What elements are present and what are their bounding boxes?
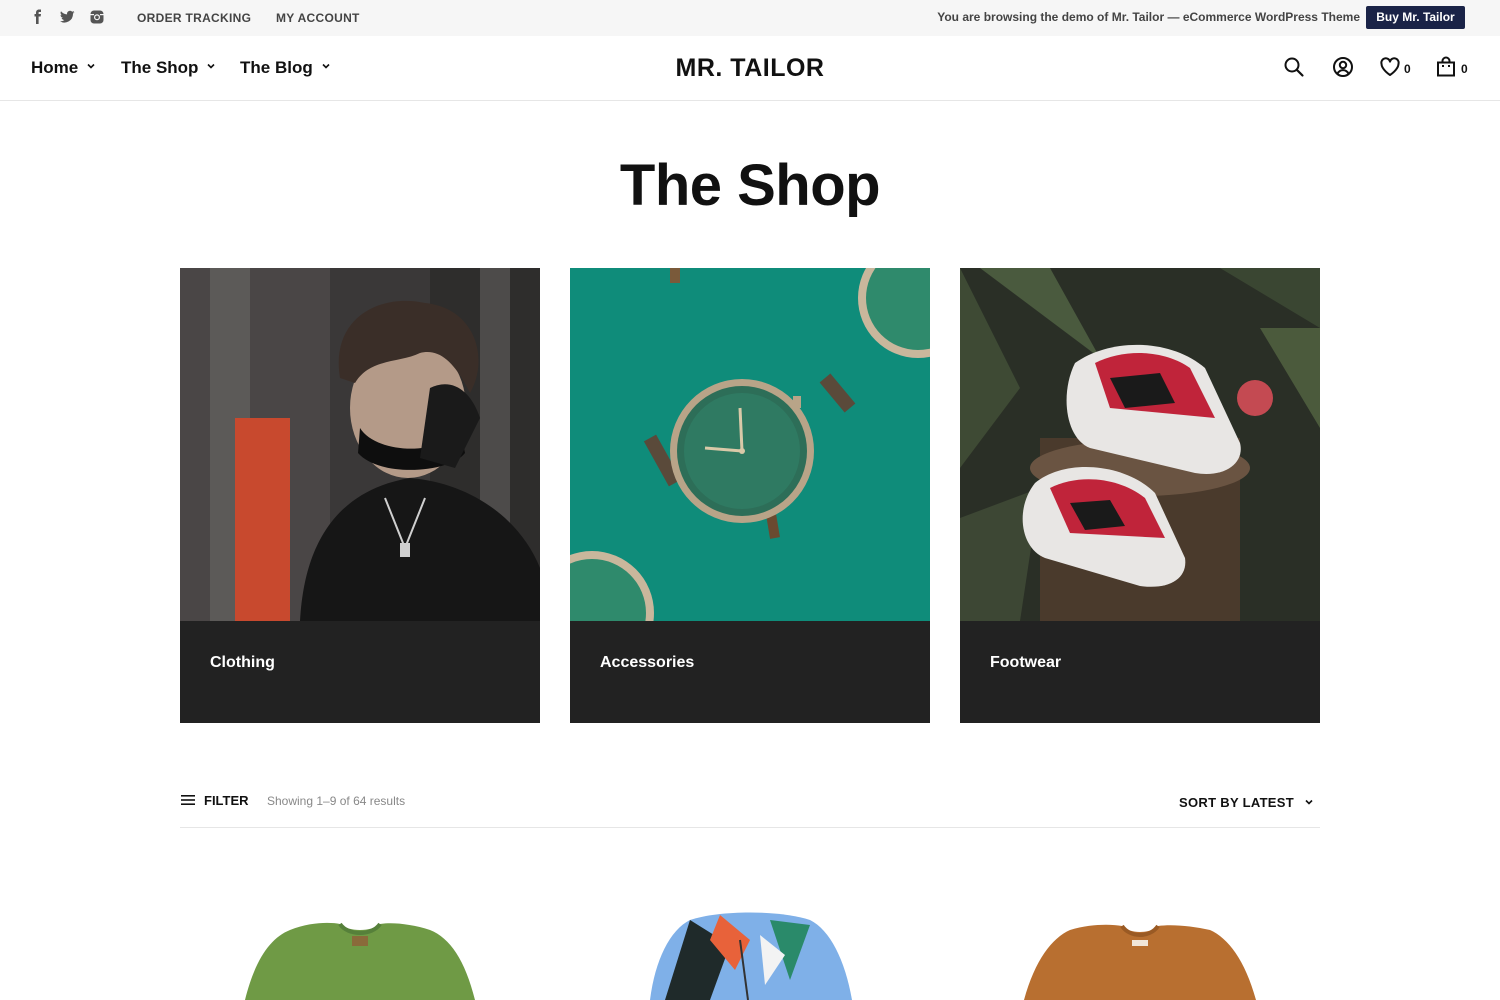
instagram-icon[interactable] bbox=[89, 9, 105, 25]
product-image bbox=[650, 912, 852, 1000]
account-icon[interactable] bbox=[1332, 56, 1356, 80]
cart-count: 0 bbox=[1461, 62, 1468, 76]
category-bar: Accessories bbox=[570, 621, 930, 723]
demo-notice: You are browsing the demo of Mr. Tailor … bbox=[937, 10, 1360, 24]
facebook-icon[interactable] bbox=[30, 9, 46, 25]
category-label: Accessories bbox=[600, 654, 695, 671]
sort-dropdown[interactable]: SORT BY LATEST bbox=[1179, 795, 1294, 810]
product-image bbox=[245, 922, 475, 1000]
product-card[interactable] bbox=[570, 900, 930, 1000]
product-card[interactable] bbox=[960, 900, 1320, 1000]
category-bar: Footwear bbox=[960, 621, 1320, 723]
category-label: Clothing bbox=[210, 654, 275, 671]
page-title: The Shop bbox=[619, 153, 881, 218]
chevron-down-icon[interactable] bbox=[1304, 797, 1314, 807]
filter-button[interactable]: FILTER bbox=[204, 793, 249, 808]
twitter-icon[interactable] bbox=[59, 9, 75, 25]
category-image bbox=[960, 268, 1320, 621]
category-card-clothing[interactable]: Clothing bbox=[180, 268, 540, 723]
wishlist-heart-icon[interactable] bbox=[1379, 56, 1403, 80]
results-count: Showing 1–9 of 64 results bbox=[267, 794, 406, 808]
wishlist-count: 0 bbox=[1404, 62, 1411, 76]
menu-lines-icon[interactable] bbox=[180, 792, 196, 808]
shop-toolbar: FILTER Showing 1–9 of 64 results SORT BY… bbox=[180, 780, 1320, 828]
shopping-bag-icon[interactable] bbox=[1435, 56, 1459, 80]
main-header: Home The Shop The Blog MR. TAILOR 0 0 bbox=[0, 36, 1500, 101]
product-image bbox=[1024, 924, 1256, 1000]
category-image bbox=[180, 268, 540, 621]
site-logo[interactable]: MR. TAILOR bbox=[0, 54, 1500, 83]
category-label: Footwear bbox=[990, 654, 1062, 671]
category-image bbox=[570, 268, 930, 621]
product-card[interactable] bbox=[180, 900, 540, 1000]
my-account-link[interactable]: MY ACCOUNT bbox=[276, 11, 360, 25]
category-card-footwear[interactable]: Footwear bbox=[960, 268, 1320, 723]
buy-button[interactable]: Buy Mr. Tailor bbox=[1366, 6, 1465, 29]
top-bar: ORDER TRACKING MY ACCOUNT You are browsi… bbox=[0, 0, 1500, 36]
category-card-accessories[interactable]: Accessories bbox=[570, 268, 930, 723]
order-tracking-link[interactable]: ORDER TRACKING bbox=[137, 11, 251, 25]
category-bar: Clothing bbox=[180, 621, 540, 723]
search-icon[interactable] bbox=[1283, 56, 1307, 80]
